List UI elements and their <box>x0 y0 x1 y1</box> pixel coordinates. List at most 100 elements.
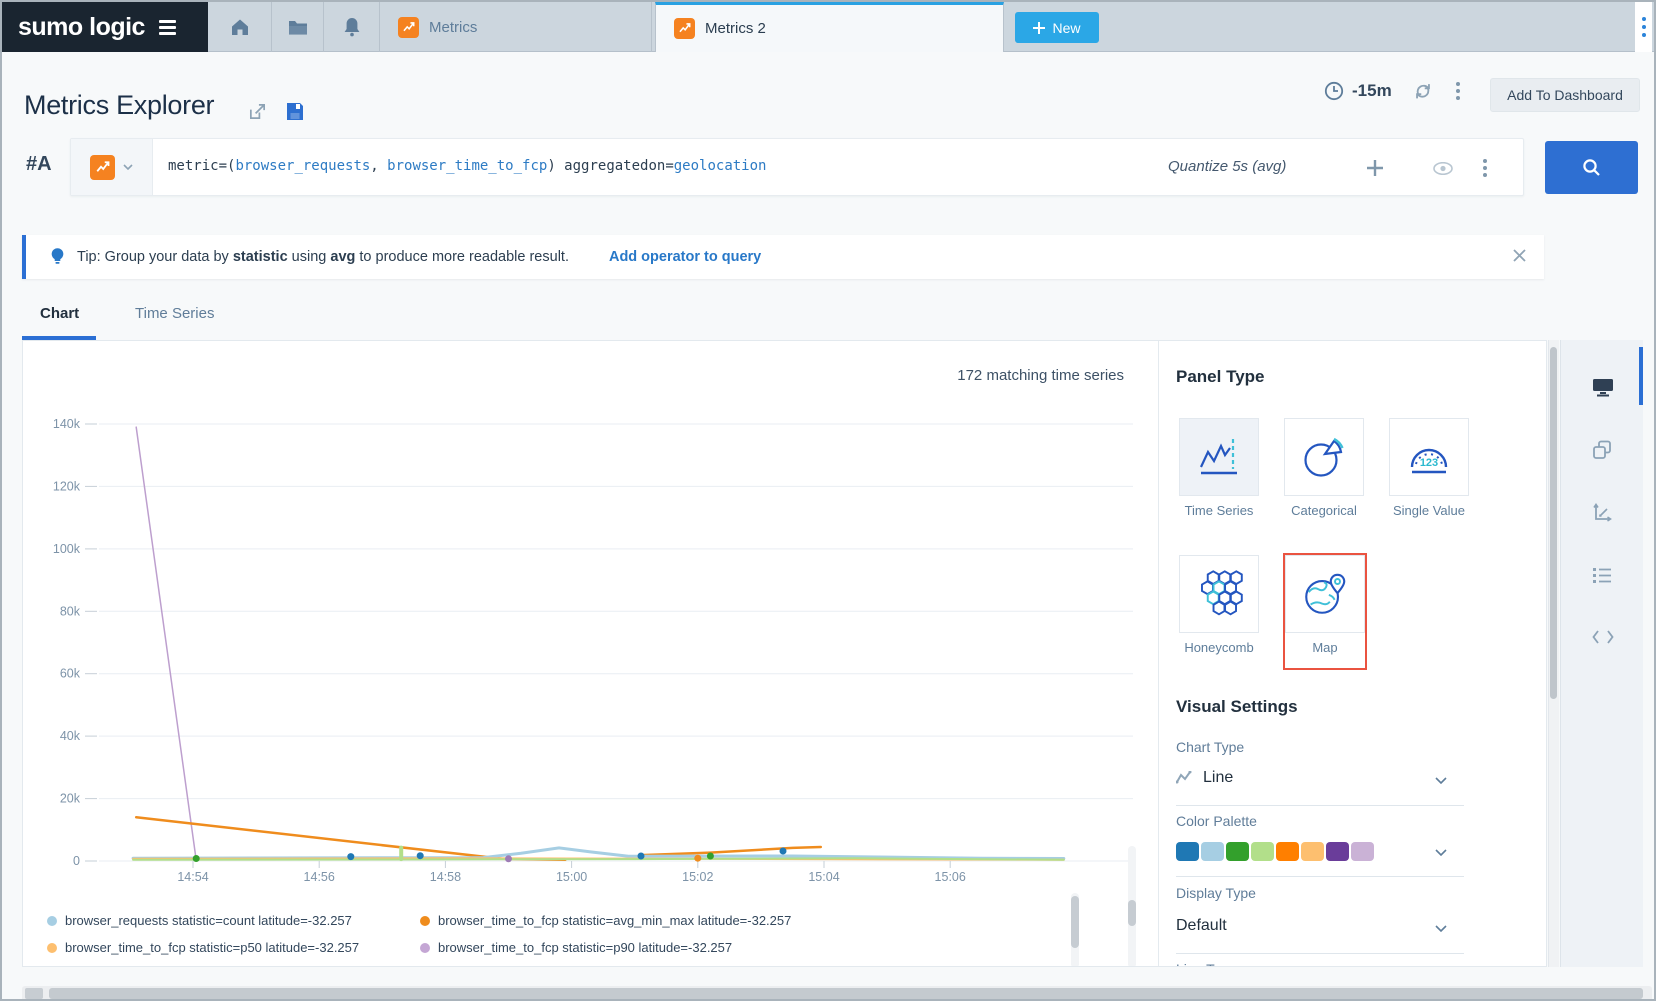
svg-text:0: 0 <box>73 854 80 868</box>
svg-text:15:06: 15:06 <box>935 870 966 884</box>
header-kebab-menu[interactable] <box>1456 82 1460 100</box>
query-type-selector[interactable] <box>71 139 153 195</box>
quantize-label: Quantize 5s (avg) <box>1168 158 1286 175</box>
palette-swatch <box>1226 842 1249 861</box>
time-range-button[interactable]: -15m <box>1324 81 1392 101</box>
folder-icon <box>288 19 308 36</box>
display-type-label: Display Type <box>1176 885 1256 901</box>
top-right-kebab[interactable] <box>1635 2 1652 52</box>
lightbulb-icon <box>50 247 65 267</box>
query-code-button[interactable] <box>1592 629 1614 645</box>
top-bar: sumo logic Metrics Metrics 2 New <box>2 2 1654 52</box>
palette-swatch <box>1201 842 1224 861</box>
palette-swatch <box>1276 842 1299 861</box>
hamburger-menu-icon[interactable] <box>159 17 176 38</box>
legend-settings-button[interactable] <box>1592 566 1612 584</box>
refresh-button[interactable] <box>1412 80 1434 102</box>
close-icon <box>1513 249 1526 262</box>
search-icon <box>1582 158 1602 178</box>
panel-type-categorical[interactable]: Categorical <box>1284 418 1364 518</box>
add-operator-link[interactable]: Add operator to query <box>609 249 761 265</box>
chart-type-chevron-icon[interactable] <box>1435 777 1447 784</box>
horizontal-scrollbar-thumb[interactable] <box>49 988 1643 999</box>
library-button[interactable] <box>272 2 324 52</box>
panel-type-map[interactable]: Map <box>1285 555 1365 668</box>
add-to-dashboard-button[interactable]: Add To Dashboard <box>1490 78 1640 112</box>
run-search-button[interactable] <box>1545 141 1638 194</box>
color-palette-select[interactable] <box>1176 842 1374 861</box>
home-icon <box>230 17 250 37</box>
active-rail-indicator <box>1639 347 1643 405</box>
legend-item[interactable]: browser_time_to_fcp statistic=p50 latitu… <box>47 940 420 955</box>
logo-text: sumo logic <box>18 13 145 42</box>
svg-text:80k: 80k <box>60 604 81 618</box>
legend-scrollbar[interactable] <box>1071 893 1079 967</box>
query-input[interactable]: metric=(browser_requests, browser_time_t… <box>168 158 766 174</box>
monitor-icon <box>1592 377 1614 397</box>
palette-swatch <box>1326 842 1349 861</box>
legend-item[interactable]: browser_time_to_fcp statistic=avg_min_ma… <box>420 913 1067 928</box>
right-icon-rail <box>1560 340 1643 967</box>
svg-text:140k: 140k <box>53 417 81 431</box>
sumo-logic-logo[interactable]: sumo logic <box>2 2 208 52</box>
new-tab-button[interactable]: New <box>1015 12 1099 43</box>
tab-metrics-2[interactable]: Metrics 2 <box>655 2 1004 52</box>
palette-swatch <box>1176 842 1199 861</box>
chevron-down-icon <box>123 164 133 170</box>
hide-query-button[interactable] <box>1433 162 1453 175</box>
legend-item[interactable]: browser_time_to_fcp statistic=p90 latitu… <box>420 940 1067 955</box>
svg-text:40k: 40k <box>60 729 81 743</box>
palette-swatch <box>1251 842 1274 861</box>
color-palette-chevron-icon[interactable] <box>1435 849 1447 856</box>
code-icon <box>1592 629 1614 645</box>
categorical-panel-icon <box>1284 418 1364 496</box>
chart-section-scrollbar[interactable] <box>1128 846 1136 967</box>
axes-settings-button[interactable] <box>1592 503 1612 523</box>
tip-close-button[interactable] <box>1513 249 1526 262</box>
tab-metrics-label: Metrics <box>429 19 477 36</box>
query-kebab-menu[interactable] <box>1483 159 1487 177</box>
home-button[interactable] <box>208 2 272 52</box>
chart-legend: browser_requests statistic=count latitud… <box>47 907 1067 967</box>
share-query-button[interactable] <box>248 102 267 121</box>
panel-type-single-value[interactable]: 123 Single Value <box>1389 418 1469 518</box>
new-tab-label: New <box>1052 20 1080 36</box>
panel-type-time-series[interactable]: Time Series <box>1179 418 1259 518</box>
color-palette-label: Color Palette <box>1176 813 1257 829</box>
panel-scrollbar-thumb[interactable] <box>1550 347 1557 699</box>
plus-icon <box>1033 22 1045 34</box>
display-view-button[interactable] <box>1592 377 1614 397</box>
single-value-panel-icon: 123 <box>1389 418 1469 496</box>
svg-text:14:54: 14:54 <box>177 870 208 884</box>
tab-metrics[interactable]: Metrics <box>380 2 652 52</box>
svg-text:20k: 20k <box>60 792 81 806</box>
palette-swatch <box>1301 842 1324 861</box>
chart-type-select[interactable]: Line <box>1203 769 1233 787</box>
display-type-select[interactable]: Default <box>1176 917 1227 935</box>
svg-text:14:58: 14:58 <box>430 870 461 884</box>
legend-item[interactable]: browser_requests statistic=count latitud… <box>47 913 420 928</box>
add-query-button[interactable] <box>1366 159 1384 177</box>
panel-type-honeycomb[interactable]: Honeycomb <box>1179 555 1259 655</box>
notifications-button[interactable] <box>324 2 380 52</box>
visual-settings-heading: Visual Settings <box>1176 697 1298 717</box>
horizontal-scrollbar-button[interactable] <box>25 988 43 999</box>
query-row-label: #A <box>26 153 52 176</box>
svg-text:14:56: 14:56 <box>304 870 335 884</box>
svg-text:15:04: 15:04 <box>808 870 839 884</box>
list-icon <box>1592 566 1612 584</box>
duplicate-view-button[interactable] <box>1592 440 1612 460</box>
panel-type-sidebar: Panel Type Time Series <box>1158 341 1547 967</box>
tab-time-series[interactable]: Time Series <box>135 305 214 322</box>
display-type-chevron-icon[interactable] <box>1435 925 1447 932</box>
save-button[interactable] <box>286 102 304 121</box>
time-series-panel-icon <box>1179 418 1259 496</box>
chart-type-line-icon <box>1176 771 1192 784</box>
map-panel-icon <box>1285 555 1365 633</box>
line-type-label: Line Type <box>1176 961 1236 967</box>
metrics-query-icon <box>90 155 115 180</box>
svg-text:120k: 120k <box>53 479 81 493</box>
metrics-tab-icon <box>398 17 419 38</box>
tab-chart[interactable]: Chart <box>40 305 79 322</box>
header-controls: -15m <box>1324 80 1460 102</box>
